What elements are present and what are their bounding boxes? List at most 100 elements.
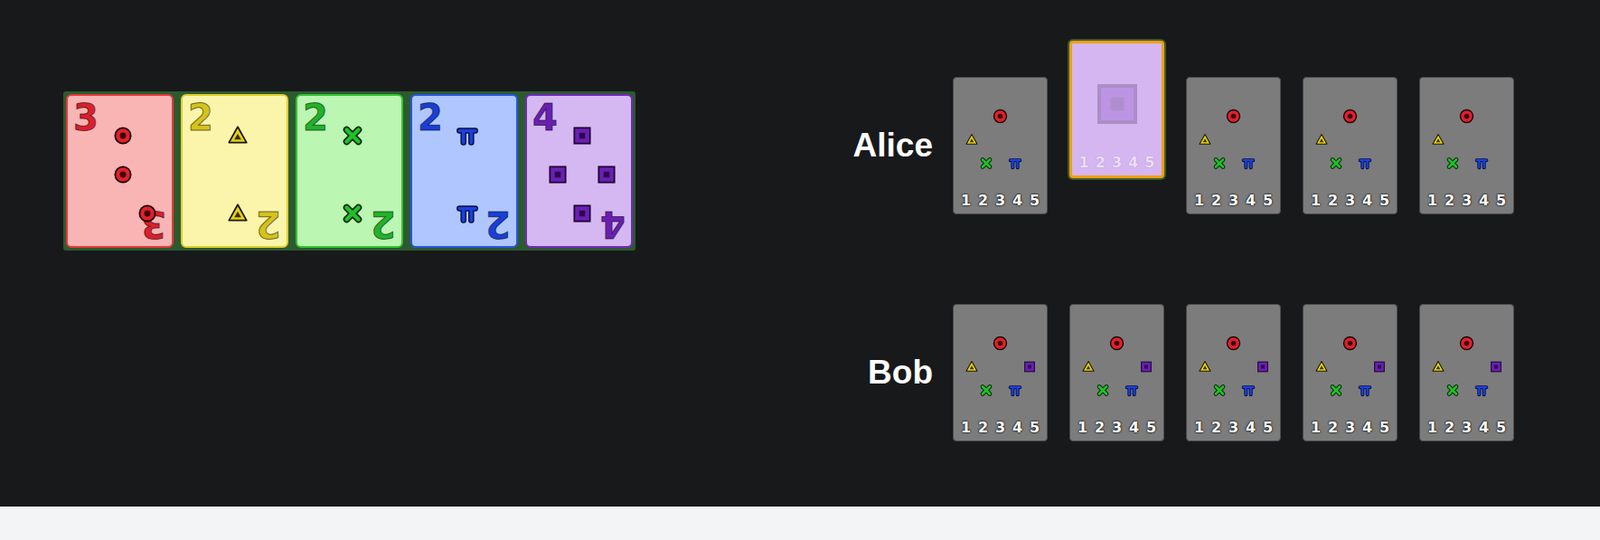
rank-number: 1 — [1077, 418, 1088, 436]
red-suit-icon — [1340, 333, 1360, 353]
pip — [110, 154, 135, 194]
green-suit-icon — [340, 201, 365, 226]
purple-suit-icon — [545, 162, 570, 187]
rank-number: 4 — [1012, 191, 1023, 209]
rank-number: 5 — [1496, 191, 1506, 209]
rank-number: 4 — [1362, 418, 1373, 436]
rank-number: 1 — [960, 418, 971, 436]
possible-ranks: 12345 — [1070, 418, 1164, 436]
pip — [454, 194, 480, 234]
red-suit-icon — [990, 333, 1010, 353]
rank-label: 2 — [417, 99, 443, 136]
hand-card[interactable]: 12345 — [952, 303, 1048, 442]
possible-ranks: 12345 — [1072, 153, 1162, 171]
rank-number: 2 — [1094, 418, 1105, 436]
hand-card[interactable]: 12345 — [1185, 76, 1281, 215]
green-suit-icon — [1212, 380, 1227, 400]
board: 3322222244Alice1234512345123451234512345… — [0, 0, 1600, 507]
rank-number: 2 — [978, 191, 989, 209]
blue-suit-icon — [1241, 380, 1256, 400]
pips — [545, 115, 619, 234]
pips — [85, 115, 160, 234]
green-suit-icon — [1328, 153, 1344, 173]
rank-number: 3 — [1345, 191, 1356, 209]
purple-suit-icon — [1022, 357, 1037, 377]
play-area: 3322222244 — [0, 0, 636, 507]
blue-suit-icon — [1357, 153, 1373, 173]
possible-suits — [1314, 104, 1387, 174]
hand-card[interactable]: 12345 — [1302, 303, 1398, 442]
hand-card[interactable]: 12345 — [1069, 40, 1165, 179]
green-suit-icon — [1212, 153, 1227, 173]
purple-suit-icon — [570, 123, 594, 148]
rank-number: 4 — [1012, 418, 1023, 436]
pip — [593, 154, 619, 194]
rank-number: 5 — [1146, 418, 1157, 436]
pip — [545, 154, 570, 194]
stack-card: 22 — [410, 94, 518, 248]
red-suit-icon — [1457, 106, 1477, 126]
rank-number: 1 — [1310, 418, 1321, 436]
yellow-suit-icon — [1314, 357, 1329, 377]
hand-card[interactable]: 12345 — [1069, 303, 1165, 442]
rank-number: 3 — [1461, 191, 1472, 209]
possible-suits — [1197, 104, 1271, 174]
rank-number: 3 — [1345, 418, 1356, 436]
possible-suits — [1430, 104, 1504, 174]
rank-label: 4 — [532, 99, 558, 136]
red-suit-icon — [111, 123, 135, 148]
rank-label: 2 — [370, 206, 396, 243]
rank-number: 3 — [1111, 153, 1122, 171]
rank-number: 2 — [978, 418, 989, 436]
possible-suits — [1081, 331, 1154, 401]
rank-number: 1 — [1427, 418, 1438, 436]
possible-ranks: 12345 — [953, 191, 1047, 209]
pip — [134, 194, 160, 234]
pip — [225, 194, 250, 234]
purple-suit-icon — [1372, 357, 1387, 377]
purple-suit-icon — [1255, 357, 1271, 377]
blue-suit-icon — [455, 123, 480, 148]
rank-number: 2 — [1444, 418, 1455, 436]
pip — [110, 115, 135, 155]
hand-card[interactable]: 12345 — [1419, 76, 1515, 215]
hand-card[interactable]: 12345 — [1185, 303, 1281, 442]
hand-card[interactable]: 12345 — [952, 76, 1048, 215]
rank-number: 4 — [1129, 418, 1139, 436]
possible-ranks: 12345 — [1420, 418, 1514, 436]
yellow-suit-icon — [1197, 357, 1213, 377]
player-hand: Bob1234512345123451234512345 — [845, 303, 1515, 442]
green-suit-icon — [978, 380, 994, 400]
rank-number: 5 — [1379, 418, 1390, 436]
stack-card: 44 — [525, 94, 633, 248]
pips — [430, 115, 504, 234]
possible-ranks: 12345 — [1303, 418, 1397, 436]
red-suit-icon — [1107, 333, 1127, 353]
rank-number: 2 — [1327, 418, 1338, 436]
rank-number: 2 — [1211, 191, 1222, 209]
red-suit-icon — [1223, 106, 1243, 126]
rank-number: 3 — [1461, 418, 1472, 436]
rank-number: 2 — [1211, 418, 1222, 436]
rank-number: 3 — [995, 418, 1006, 436]
possible-suits — [964, 104, 1037, 174]
red-suit-icon — [990, 106, 1010, 126]
blue-suit-icon — [1007, 380, 1023, 400]
rank-number: 4 — [1362, 191, 1373, 209]
hand-card[interactable]: 12345 — [1419, 303, 1515, 442]
red-suit-icon — [1340, 106, 1360, 126]
hand-card[interactable]: 12345 — [1302, 76, 1398, 215]
possible-ranks: 12345 — [1420, 191, 1514, 209]
green-suit-icon — [1328, 380, 1344, 400]
red-suit-icon — [111, 162, 135, 187]
green-suit-icon — [1445, 380, 1460, 400]
blue-suit-icon — [1474, 380, 1489, 400]
possible-suits — [1197, 331, 1271, 401]
blue-suit-icon — [1007, 153, 1023, 173]
player-hand: Alice1234512345123451234512345 — [845, 40, 1515, 215]
blue-suit-icon — [1124, 380, 1139, 400]
rank-number: 1 — [1310, 191, 1321, 209]
pip — [454, 115, 480, 155]
blue-suit-icon — [1474, 153, 1489, 173]
pips — [315, 115, 389, 234]
